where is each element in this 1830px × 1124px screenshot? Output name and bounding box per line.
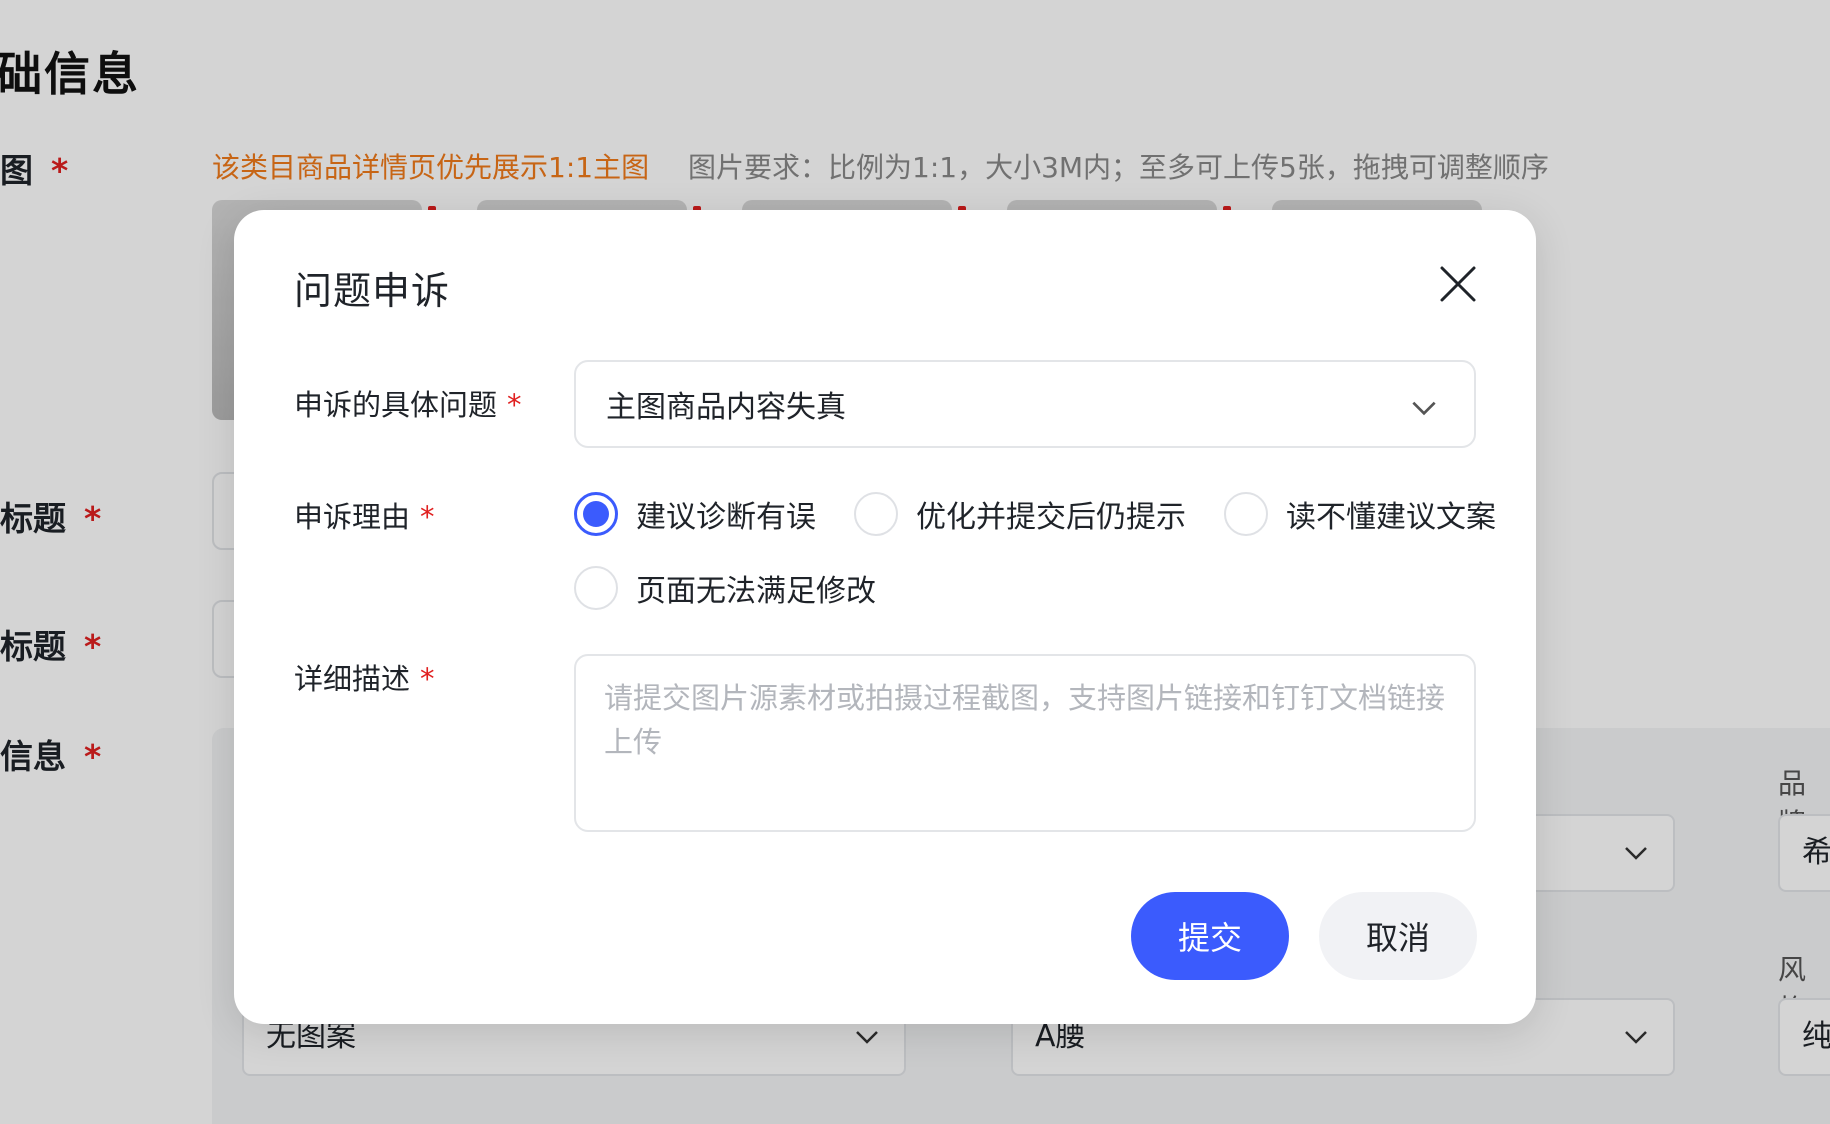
description-label: 详细描述 *	[294, 662, 435, 696]
description-textarea[interactable]	[574, 654, 1476, 832]
cancel-button[interactable]: 取消	[1319, 892, 1477, 980]
appeal-dialog: 问题申诉 申诉的具体问题 * 主图商品内容失真 申诉理由 * 建议诊断有误 优化并提…	[234, 210, 1536, 1024]
issue-select[interactable]: 主图商品内容失真	[574, 360, 1476, 448]
radio-still-prompted[interactable]: 优化并提交后仍提示	[854, 492, 1186, 536]
radio-cannot-understand[interactable]: 读不懂建议文案	[1224, 492, 1496, 536]
issue-label: 申诉的具体问题 *	[294, 388, 522, 422]
radio-circle	[854, 492, 898, 536]
dialog-title: 问题申诉	[294, 269, 451, 313]
radio-page-cannot-modify[interactable]: 页面无法满足修改	[574, 566, 876, 610]
submit-button[interactable]: 提交	[1131, 892, 1289, 980]
issue-select-value: 主图商品内容失真	[606, 390, 846, 425]
radio-diagnosis-wrong[interactable]: 建议诊断有误	[574, 492, 816, 536]
radio-circle	[1224, 492, 1268, 536]
reason-label: 申诉理由 *	[294, 500, 435, 534]
required-mark: *	[420, 662, 435, 696]
radio-circle	[574, 566, 618, 610]
required-mark: *	[420, 500, 435, 534]
chevron-down-icon	[1412, 401, 1436, 416]
radio-circle	[574, 492, 618, 536]
close-icon[interactable]	[1436, 262, 1480, 306]
required-mark: *	[507, 388, 522, 422]
